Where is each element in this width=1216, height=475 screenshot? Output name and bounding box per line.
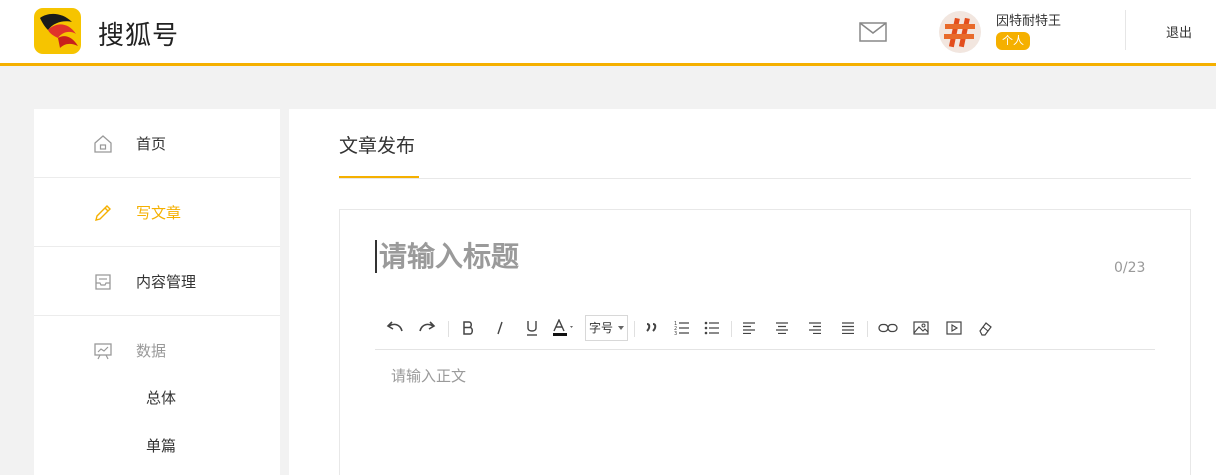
sidebar-item-label: 写文章 [136, 204, 182, 222]
font-size-select[interactable]: 字号 [585, 315, 628, 341]
quote-icon[interactable] [641, 316, 663, 340]
sidebar-item-write-article[interactable]: 写文章 [34, 178, 280, 247]
sidebar-subitem-single[interactable]: 单篇 [146, 435, 176, 456]
title-char-counter: 0/23 [1114, 260, 1146, 276]
chevron-down-icon [618, 326, 624, 330]
align-center-icon[interactable] [771, 316, 793, 340]
title-input[interactable] [375, 240, 1095, 273]
toolbar-separator [634, 321, 635, 337]
svg-text:3: 3 [674, 331, 677, 336]
redo-icon[interactable] [415, 316, 439, 340]
align-left-icon[interactable] [738, 316, 760, 340]
sidebar-item-home[interactable]: 首页 [34, 109, 280, 178]
sohu-logo[interactable] [34, 8, 81, 54]
sidebar-item-label: 数据 [136, 342, 167, 360]
page-title[interactable]: 文章发布 [339, 131, 415, 158]
logout-link[interactable]: 退出 [1166, 22, 1192, 41]
toolbar-separator [731, 321, 732, 337]
top-header: 搜狐号 因特耐特王 个人 退出 [0, 0, 1216, 66]
user-avatar[interactable] [939, 11, 981, 53]
italic-icon[interactable] [489, 316, 511, 340]
content-icon [92, 271, 114, 293]
align-justify-icon[interactable] [837, 316, 859, 340]
username[interactable]: 因特耐特王 [996, 10, 1061, 29]
sidebar: 首页 写文章 内容管理 数据 总体 单篇 [34, 109, 280, 475]
sidebar-item-data[interactable]: 数据 [34, 316, 280, 385]
unordered-list-icon[interactable] [701, 316, 723, 340]
divider [339, 178, 1191, 179]
undo-icon[interactable] [383, 316, 407, 340]
chart-board-icon [92, 340, 114, 362]
link-icon[interactable] [876, 316, 900, 340]
font-color-icon[interactable] [551, 316, 581, 340]
sidebar-item-content-management[interactable]: 内容管理 [34, 247, 280, 316]
font-size-label: 字号 [589, 321, 614, 335]
body-editor[interactable]: 请输入正文 [391, 365, 466, 386]
sidebar-subitem-overall[interactable]: 总体 [146, 387, 176, 408]
bold-icon[interactable] [457, 316, 479, 340]
sidebar-item-label: 首页 [136, 135, 167, 153]
video-icon[interactable] [943, 316, 965, 340]
header-divider [1125, 10, 1126, 50]
toolbar-separator [448, 321, 449, 337]
pencil-icon [92, 202, 114, 224]
article-editor: 0/23 字号 [339, 209, 1191, 475]
align-right-icon[interactable] [804, 316, 826, 340]
home-icon [92, 133, 114, 155]
main-panel: 文章发布 0/23 字号 [289, 109, 1216, 475]
mail-icon[interactable] [859, 22, 887, 42]
account-type-badge: 个人 [996, 32, 1030, 50]
underline-icon[interactable] [521, 316, 543, 340]
eraser-icon[interactable] [974, 316, 996, 340]
toolbar-separator [867, 321, 868, 337]
image-icon[interactable] [910, 316, 932, 340]
brand-name: 搜狐号 [98, 21, 180, 51]
editor-toolbar: 字号 123 [375, 310, 1155, 350]
sidebar-item-label: 内容管理 [136, 273, 197, 291]
ordered-list-icon[interactable]: 123 [671, 316, 693, 340]
